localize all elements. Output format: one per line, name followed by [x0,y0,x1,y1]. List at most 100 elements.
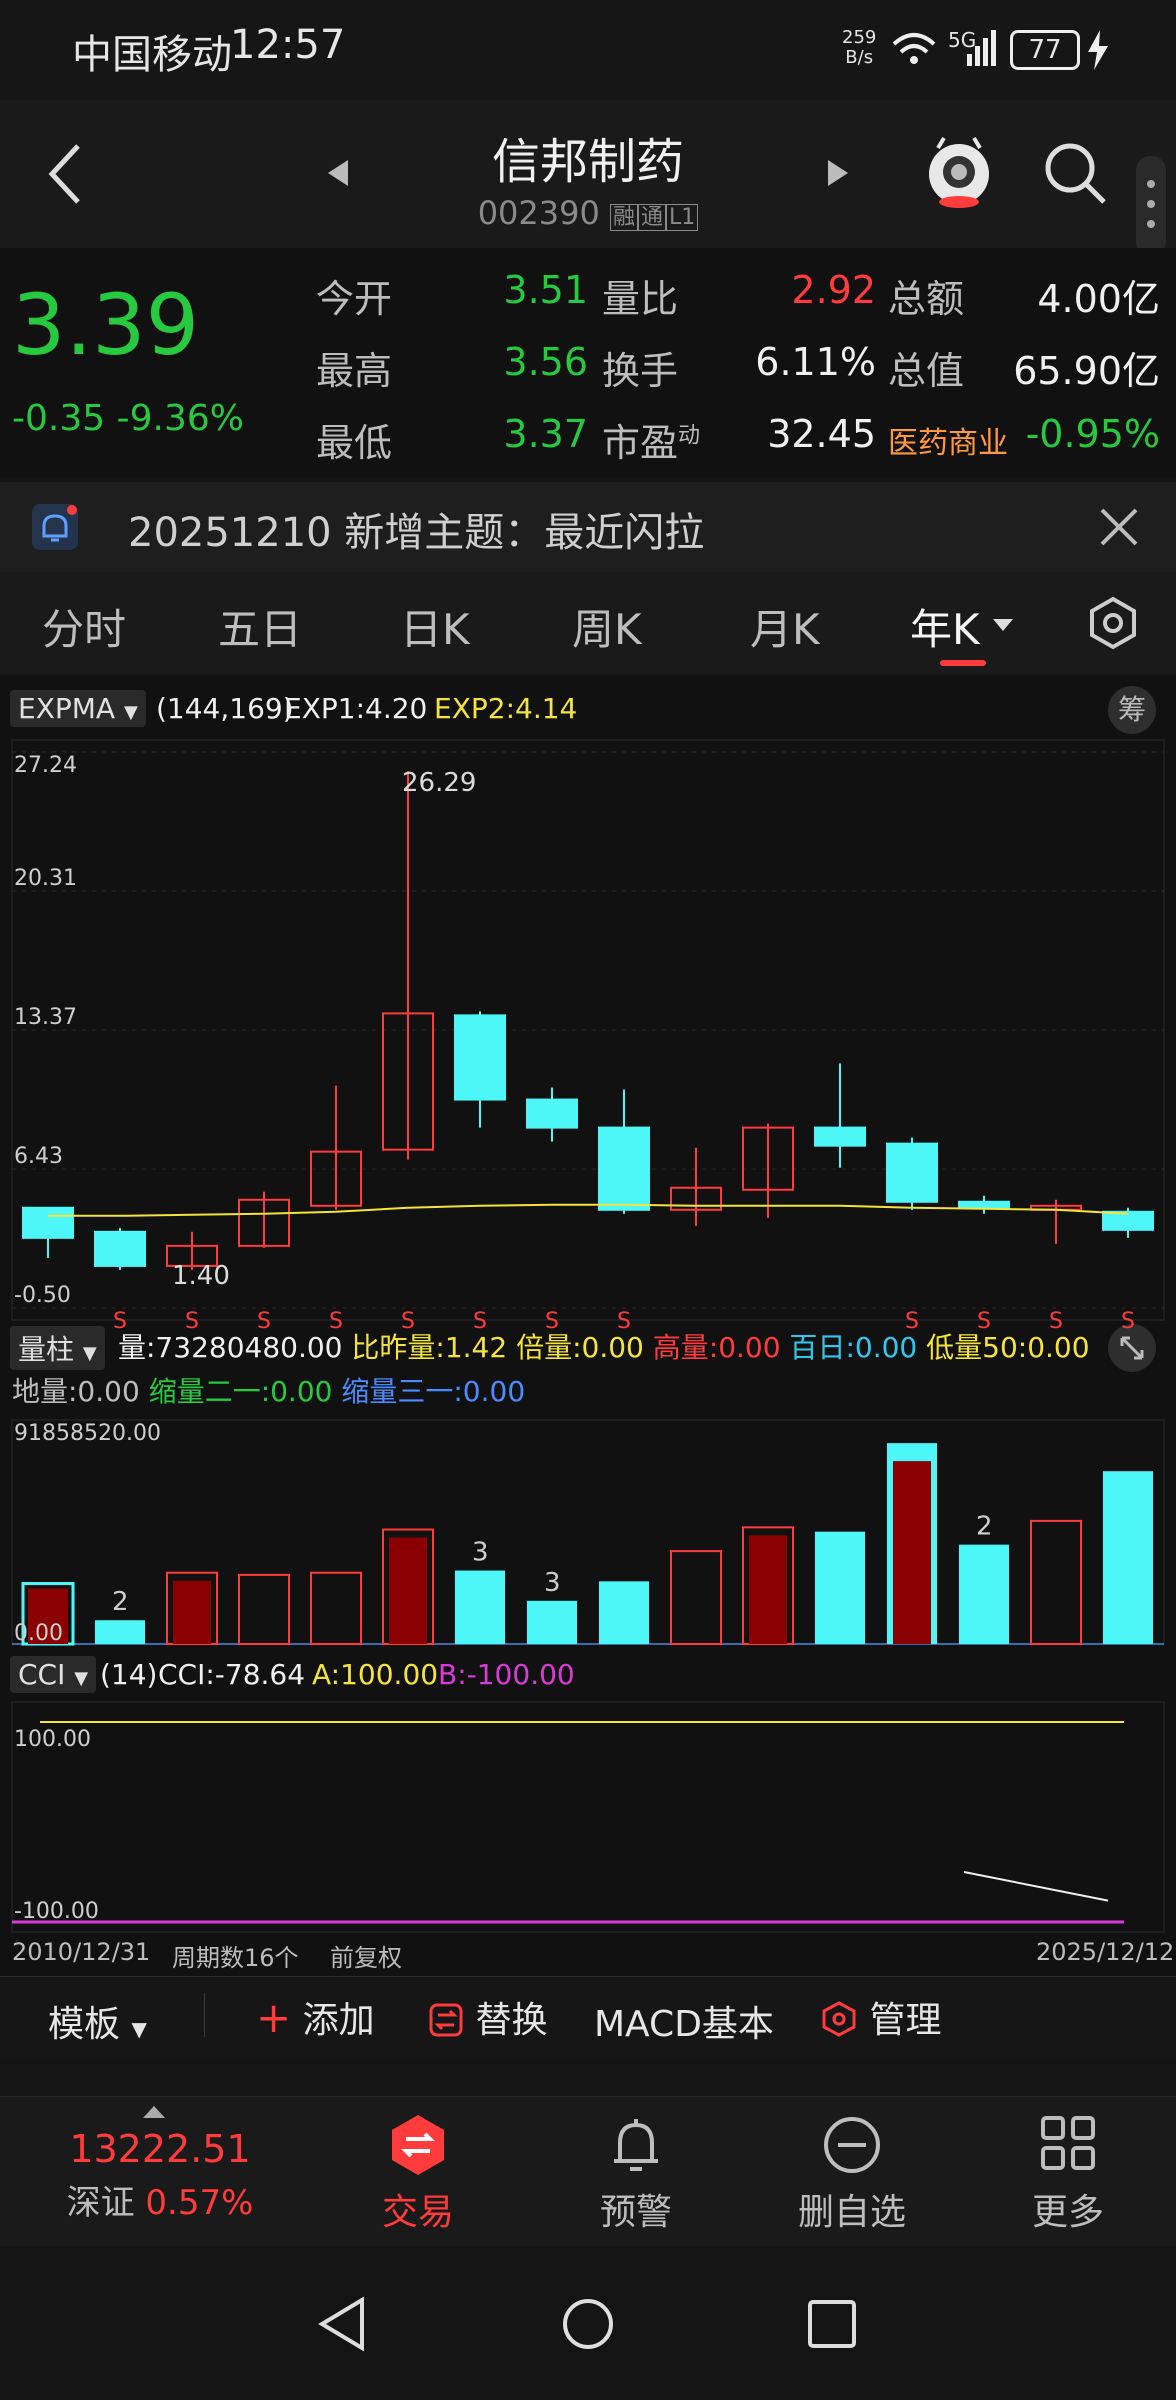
nav-alert-label: 预警 [599,2192,672,2233]
sector-change-value: -0.95% [1025,412,1160,456]
volume-y-tick-max: 91858520.00 [14,1421,161,1446]
plus-icon: + [256,1993,292,2042]
market-cap-label: 总值 [888,349,965,393]
assistant-mascot-icon[interactable] [924,134,994,210]
stock-header: 信邦制药 002390 融通 L1 [0,100,1176,256]
main-y-tick: 27.24 [14,753,77,778]
pe-label-sup: 动 [678,423,701,449]
prev-stock-icon[interactable] [326,158,350,188]
tab-weekly-k[interactable]: 周K [572,596,642,657]
nav-remove-watchlist-label: 删自选 [797,2192,906,2233]
candle-body [814,1126,866,1147]
main-y-tick: 13.37 [14,1005,77,1030]
period-tabs: 分时 五日 日K 周K 月K 年K [0,572,1176,674]
system-home-icon[interactable] [560,2296,616,2352]
candle-body [454,1014,506,1101]
signal-icon [967,30,996,66]
more-menu-handle[interactable] [1136,156,1166,256]
sector-label[interactable]: 医药商业 [888,418,1008,462]
nav-trade[interactable]: 交易 [328,2113,508,2235]
price-change: -0.35 -9.36% [12,398,244,439]
sell-signal-marker: S [401,1309,415,1334]
chart-area[interactable]: EXPMA ▼ (144,169) EXP1:4.20 EXP2:4.14 筹 … [0,676,1176,1976]
main-y-tick: 20.31 [14,866,77,891]
tab-intraday[interactable]: 分时 [42,596,126,657]
status-bar: 中国移动 12:57 259 B/s 5G 77 [0,0,1176,100]
bottom-nav: 13222.51 深证 0.57% 交易 预警 删自选 更多 [0,2096,1176,2247]
sell-signal-marker: S [113,1309,127,1334]
tab-five-day[interactable]: 五日 [218,596,302,657]
volume-ratio-label: 量比 [602,277,679,321]
tag-margin: 融 [610,204,639,231]
main-y-tick: 6.43 [14,1144,63,1169]
settings-hex-icon[interactable] [1086,596,1140,650]
manage-label: 管理 [869,2000,942,2041]
minus-circle-icon [762,2113,942,2183]
volume-bar-inner [389,1537,427,1644]
chevron-down-icon[interactable] [992,618,1014,632]
back-icon[interactable] [44,142,84,206]
sell-signal-marker: S [617,1309,631,1334]
period-count: 周期数16个 [172,1944,299,1972]
charging-icon [1088,30,1108,70]
add-label: 添加 [302,2000,375,2041]
volume-bar [455,1570,505,1644]
sell-signal-marker: S [1121,1309,1135,1334]
nav-more[interactable]: 更多 [978,2113,1158,2235]
index-name: 深证 [66,2183,135,2223]
volume-bar [527,1600,577,1644]
nav-alert[interactable]: 预警 [546,2113,726,2235]
sell-signal-marker: S [257,1309,271,1334]
main-y-tick: -0.50 [14,1283,71,1308]
search-icon[interactable] [1042,140,1108,206]
clock: 12:57 [230,22,346,68]
sell-signal-marker: S [977,1309,991,1334]
volume-bar [1030,1519,1082,1646]
chevron-up-icon[interactable] [142,2105,166,2119]
bell-notice-icon [32,504,78,550]
low-label: 最低 [316,421,393,465]
nav-remove-watchlist[interactable]: 删自选 [762,2113,942,2235]
macd-basic-button[interactable]: MACD基本 [594,1995,774,2047]
sell-signal-marker: S [473,1309,487,1334]
add-indicator-button[interactable]: + 添加 [256,1991,375,2043]
swap-icon [429,2003,463,2037]
volume-count-marker: 3 [472,1538,489,1568]
system-back-icon[interactable] [316,2296,368,2352]
volume-bar [1103,1471,1153,1644]
volume-bar [310,1571,362,1645]
cci-line [963,1871,1109,1902]
bell-icon [546,2113,726,2183]
open-label: 今开 [316,277,393,321]
open-value: 3.51 [503,268,588,312]
template-button[interactable]: 模板 ▼ [48,1995,147,2047]
tab-monthly-k[interactable]: 月K [750,596,820,657]
turnover-rate-label: 换手 [602,349,679,393]
index-ticker[interactable]: 13222.51 深证 0.57% [40,2127,280,2224]
max-price-label: 26.29 [402,768,476,798]
volume-count-marker: 2 [112,1587,129,1617]
grid-icon [978,2113,1158,2183]
price-adjust-mode[interactable]: 前复权 [330,1938,402,1973]
sell-signal-marker: S [905,1309,919,1334]
manage-indicators-button[interactable]: 管理 [820,1991,941,2043]
cci-y-tick-max: 100.00 [14,1727,91,1752]
tab-yearly-k[interactable]: 年K [910,596,980,657]
tab-daily-k[interactable]: 日K [400,596,470,657]
notice-bar[interactable]: 20251210 新增主题：最近闪拉 [0,482,1176,572]
chevron-down-icon: ▼ [131,2017,147,2041]
cci-panel-frame [11,1701,1165,1933]
replace-indicator-button[interactable]: 替换 [428,1991,547,2043]
battery-icon: 77 [1010,30,1080,70]
kline-chart[interactable]: 27.24 20.31 13.37 6.43 -0.50 S S S S S S S S S S S S 26.2… [0,676,1176,1976]
quote-panel: 3.39 -0.35 -9.36% 今开 3.51 量比 2.92 总额 4.0… [0,248,1176,478]
pe-label: 市盈动 [602,412,700,467]
system-recents-icon[interactable] [806,2298,858,2350]
volume-bar [959,1544,1009,1644]
close-icon[interactable] [1098,506,1140,548]
next-stock-icon[interactable] [826,158,850,188]
turnover-amount-value: 4.00亿 [1037,277,1160,321]
volume-bar [95,1620,145,1644]
market-cap-value: 65.90亿 [1013,349,1160,393]
candle-body [1102,1210,1154,1231]
